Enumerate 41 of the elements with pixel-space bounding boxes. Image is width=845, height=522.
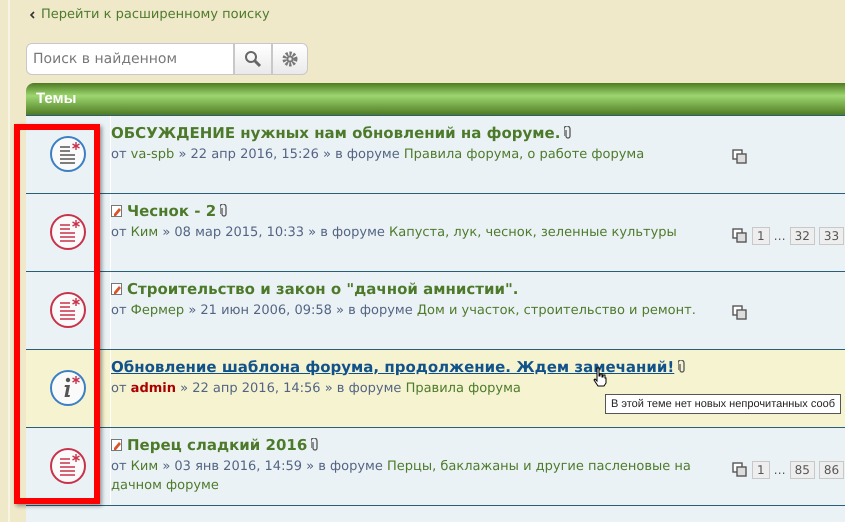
page-link[interactable]: 33 [818, 226, 844, 244]
settings-icon [281, 50, 299, 68]
page-link[interactable]: 85 [790, 460, 815, 478]
pagination-ellipsis: … [774, 228, 786, 242]
topic-document-icon [49, 291, 87, 329]
topic-meta-text: от va-spb » 22 апр 2016, 15:26 » в форуме Правила форума, о работе форума [111, 146, 644, 164]
chevron-left-icon [30, 10, 35, 18]
topic-title-link[interactable]: Обновление шаблона форума, продолжение. Ждем замечаний! [111, 358, 674, 376]
topic-title-link[interactable]: ОБСУЖДЕНИЕ нужных нам обновлений на форуме. [111, 124, 560, 142]
tooltip: В этой теме нет новых непрочитанных сооб [605, 394, 842, 414]
author-link[interactable]: admin [130, 380, 176, 396]
topic-meta-text: от Ким » 08 мар 2015, 10:33 » в форуме Капуста, лук, чеснок, зеленные культуры [111, 224, 677, 242]
topic-document-icon [49, 213, 87, 251]
search-field[interactable]: Поиск в найденном [26, 42, 234, 74]
topic-document-icon [49, 135, 87, 173]
copy-icon[interactable] [732, 228, 748, 244]
copy-icon[interactable] [732, 304, 748, 320]
topic-title-link[interactable]: Строительство и закон о "дачной амнистии". [127, 280, 518, 298]
search-button[interactable] [234, 42, 272, 74]
author-link[interactable]: Фермер [130, 302, 184, 318]
topic-meta-text: от Ким » 03 янв 2016, 14:59 » в форуме Перцы, баклажаны и другие пасленовые на дачном форуме [111, 458, 692, 494]
page-link[interactable]: 86 [818, 460, 844, 478]
copy-icon[interactable] [732, 148, 748, 164]
author-link[interactable]: Ким [130, 458, 158, 474]
advanced-search-link[interactable]: Перейти к расширенному поиску [30, 7, 270, 22]
author-link[interactable]: va-spb [130, 146, 174, 162]
search-icon [244, 50, 262, 68]
page-link[interactable]: 1 [752, 226, 770, 244]
info-topic-icon [49, 369, 87, 407]
pagination-ellipsis: … [774, 462, 786, 476]
topics-header: Темы [26, 82, 845, 114]
topic-document-icon [49, 447, 87, 485]
settings-button[interactable] [272, 42, 308, 74]
topic-title-link[interactable]: Чеснок - 2 [127, 202, 216, 220]
page-link[interactable]: 1 [752, 460, 770, 478]
page-link[interactable]: 32 [790, 226, 815, 244]
topic-meta-text: от Фермер » 21 июн 2006, 09:58 » в форуме Дом и участок, строительство и ремонт. [111, 302, 696, 320]
topic-title-link[interactable]: Перец сладкий 2016 [127, 436, 308, 454]
topic-meta-text: от admin » 22 апр 2016, 14:56 » в форуме Правила форума [111, 380, 521, 398]
author-link[interactable]: Ким [130, 224, 158, 240]
copy-icon[interactable] [732, 462, 748, 478]
